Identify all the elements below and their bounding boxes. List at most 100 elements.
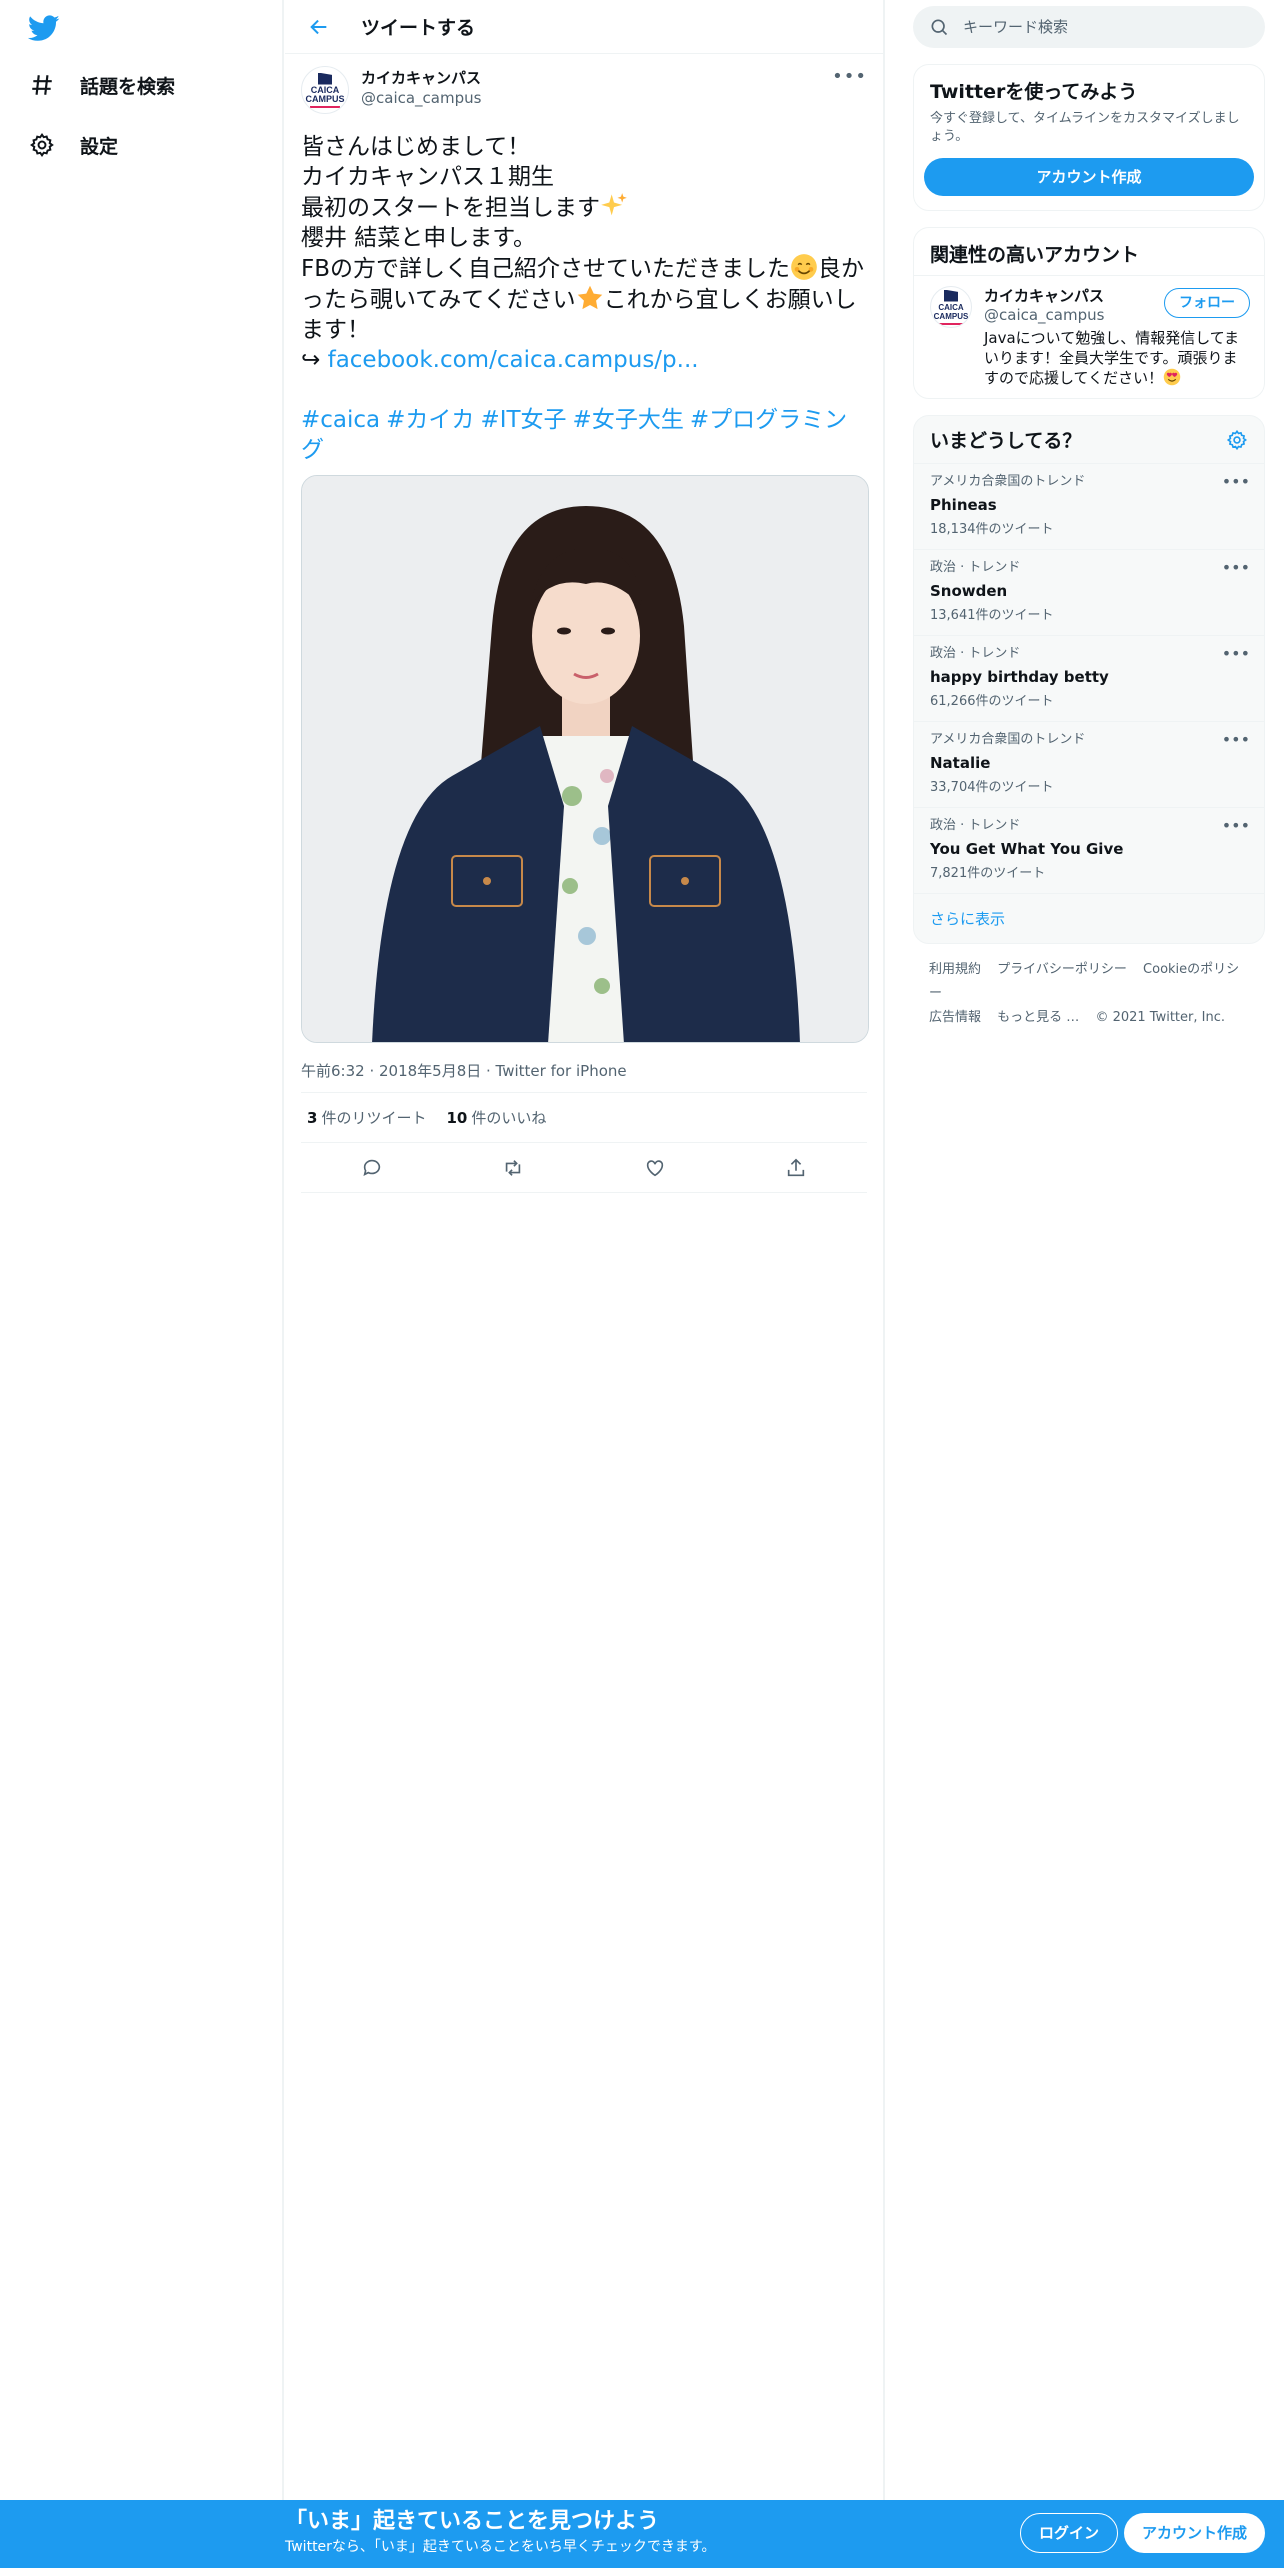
- nav-explore-label: 話題を検索: [80, 75, 176, 98]
- account-bio-text: Javaについて勉強し、情報発信してまいります！全員大学生です。頑張りますので応…: [984, 329, 1240, 387]
- account-row[interactable]: CAICA CAMPUS カイカキャンパス @caica_campus Java…: [914, 276, 1264, 398]
- relevant-accounts-title: 関連性の高いアカウント: [914, 228, 1264, 276]
- author-block: カイカキャンパス @caica_campus: [361, 66, 481, 108]
- tweet-timestamp[interactable]: 午前6:32 · 2018年5月8日 · Twitter for iPhone: [301, 1057, 867, 1093]
- login-button[interactable]: ログイン: [1020, 2513, 1119, 2553]
- back-arrow-icon: [310, 19, 327, 34]
- trend-count: 61,266件のツイート: [930, 694, 1054, 709]
- trend-name: happy birthday betty: [930, 668, 1109, 686]
- search-icon: [931, 19, 948, 36]
- bottom-signup-button[interactable]: アカウント作成: [1124, 2513, 1266, 2553]
- trend-item[interactable]: 政治 · トレンド Snowden 13,641件のツイート •••: [914, 550, 1264, 636]
- account-bio: Javaについて勉強し、情報発信してまいります！全員大学生です。頑張りますので応…: [984, 328, 1252, 388]
- hashtag-link[interactable]: #女子大生: [573, 407, 684, 433]
- avatar-logo-text-2: CAMPUS: [933, 311, 969, 321]
- trends-settings-gear-icon[interactable]: [1226, 429, 1248, 451]
- nav-settings-label: 設定: [80, 135, 119, 158]
- tweet-link[interactable]: facebook.com/caica.campus/p...: [328, 347, 699, 373]
- trend-more-icon[interactable]: •••: [1222, 472, 1250, 491]
- retweet-icon[interactable]: [494, 1149, 532, 1187]
- link-arrow: ↪: [301, 347, 328, 373]
- glowing-star-emoji-icon: [577, 285, 602, 310]
- back-button[interactable]: [301, 9, 337, 45]
- trend-category: アメリカ合衆国のトレンド: [930, 474, 1086, 489]
- trend-more-icon[interactable]: •••: [1222, 816, 1250, 835]
- tweet-header: CAICA CAMPUS カイカキャンパス @caica_campus •••: [301, 66, 867, 128]
- follow-button[interactable]: フォロー: [1164, 288, 1250, 318]
- tweet-line-2: カイカキャンパス１期生: [301, 164, 554, 190]
- left-nav: 話題を検索 設定: [0, 0, 284, 2500]
- like-stat[interactable]: 10 件のいいね: [446, 1107, 546, 1128]
- tweet-stats: 3 件のリツイート 10 件のいいね: [301, 1093, 867, 1143]
- portrait-illustration: [302, 476, 868, 1042]
- tweet-line-3: 最初のスタートを担当します: [301, 195, 600, 221]
- search-bar: [913, 6, 1265, 48]
- share-icon[interactable]: [777, 1149, 815, 1187]
- hashtag-link[interactable]: #caica: [301, 407, 380, 433]
- trend-count: 33,704件のツイート: [930, 780, 1054, 795]
- retweet-label: 件のリツイート: [321, 1109, 427, 1127]
- footer-privacy-link[interactable]: プライバシーポリシー: [997, 962, 1127, 977]
- tweet-photo[interactable]: [301, 475, 869, 1043]
- trend-category: 政治 · トレンド: [930, 560, 1021, 575]
- trend-item[interactable]: 政治 · トレンド happy birthday betty 61,266件のツ…: [914, 636, 1264, 722]
- main-column: ツイートする CAICA CAMPUS カイカキャンパス @caica_camp…: [285, 0, 885, 2500]
- footer-more-link[interactable]: もっと見る …: [997, 1010, 1079, 1025]
- account-avatar[interactable]: CAICA CAMPUS: [930, 286, 972, 328]
- trend-item[interactable]: 政治 · トレンド You Get What You Give 7,821件のツ…: [914, 808, 1264, 894]
- twitter-logo-icon[interactable]: [27, 12, 64, 44]
- trend-count: 7,821件のツイート: [930, 866, 1046, 881]
- tweet-detail: CAICA CAMPUS カイカキャンパス @caica_campus ••• …: [285, 54, 883, 1193]
- trend-category: 政治 · トレンド: [930, 818, 1021, 833]
- bottom-bar-subtitle: Twitterなら、「いま」起きていることをいち早くチェックできます。: [285, 2539, 716, 2555]
- reply-icon[interactable]: [353, 1149, 391, 1187]
- tweet-line-4: 櫻井 結菜と申します。: [301, 225, 537, 251]
- signup-card-title: Twitterを使ってみよう: [930, 81, 1138, 103]
- avatar-logo-text-1: CAICA: [938, 302, 964, 312]
- tweet-line-1: 皆さんはじめまして！: [301, 134, 531, 160]
- footer-links: 利用規約 プライバシーポリシー Cookieのポリシー 広告情報 もっと見る ……: [913, 944, 1265, 1044]
- retweet-count: 3: [307, 1109, 318, 1127]
- nav-settings[interactable]: 設定: [28, 117, 118, 173]
- retweet-stat[interactable]: 3 件のリツイート: [307, 1107, 426, 1128]
- avatar[interactable]: CAICA CAMPUS: [301, 66, 349, 114]
- hashtag-link[interactable]: #IT女子: [480, 407, 566, 433]
- caica-flag-icon: [944, 289, 958, 302]
- app-root: 話題を検索 設定 ツイートする CAICA CAMPUS カイカキャンパス @c…: [0, 0, 1284, 2568]
- author-name[interactable]: カイカキャンパス: [361, 68, 481, 88]
- bottom-bar-title: 「いま」起きていることを見つけよう: [285, 2509, 660, 2534]
- search-input[interactable]: [963, 18, 1223, 36]
- hashtag-link[interactable]: #カイカ: [386, 407, 474, 433]
- footer-terms-link[interactable]: 利用規約: [929, 962, 981, 977]
- tweet-line-5a: FBの方で詳しく自己紹介させていただきました: [301, 256, 791, 282]
- sparkles-emoji-icon: [601, 193, 627, 216]
- trend-name: Snowden: [930, 582, 1008, 600]
- right-sidebar: Twitterを使ってみよう 今すぐ登録して、タイムラインをカスタマイズしましょ…: [913, 0, 1265, 1044]
- avatar-bar: [936, 322, 966, 325]
- avatar-logo-text-2: CAMPUS: [305, 93, 345, 104]
- caica-flag-icon: [318, 72, 332, 85]
- footer-ads-link[interactable]: 広告情報: [929, 1010, 981, 1025]
- signup-card: Twitterを使ってみよう 今すぐ登録して、タイムラインをカスタマイズしましょ…: [913, 64, 1265, 211]
- trend-item[interactable]: アメリカ合衆国のトレンド Natalie 33,704件のツイート •••: [914, 722, 1264, 808]
- trend-category: 政治 · トレンド: [930, 646, 1021, 661]
- trend-item[interactable]: アメリカ合衆国のトレンド Phineas 18,134件のツイート •••: [914, 464, 1264, 550]
- show-more-link[interactable]: さらに表示: [914, 894, 1264, 943]
- tweet-text: 皆さんはじめまして！ カイカキャンパス１期生 最初のスタートを担当します 櫻井 …: [301, 132, 867, 375]
- like-icon[interactable]: [636, 1149, 674, 1187]
- like-count: 10: [446, 1109, 468, 1127]
- more-options-icon[interactable]: •••: [832, 66, 867, 87]
- footer-copyright: © 2021 Twitter, Inc.: [1095, 1010, 1225, 1025]
- author-handle[interactable]: @caica_campus: [361, 88, 481, 108]
- trend-count: 13,641件のツイート: [930, 608, 1054, 623]
- create-account-button[interactable]: アカウント作成: [924, 158, 1254, 196]
- trend-more-icon[interactable]: •••: [1222, 730, 1250, 749]
- trend-more-icon[interactable]: •••: [1222, 558, 1250, 577]
- trend-more-icon[interactable]: •••: [1222, 644, 1250, 663]
- trend-count: 18,134件のツイート: [930, 522, 1054, 537]
- trend-name: You Get What You Give: [930, 840, 1124, 858]
- hashtag-list: #caica #カイカ #IT女子 #女子大生 #プログラミング: [301, 405, 867, 465]
- nav-explore[interactable]: 話題を検索: [28, 57, 175, 113]
- hashtag-icon: [28, 71, 56, 99]
- avatar-bar: [310, 105, 340, 108]
